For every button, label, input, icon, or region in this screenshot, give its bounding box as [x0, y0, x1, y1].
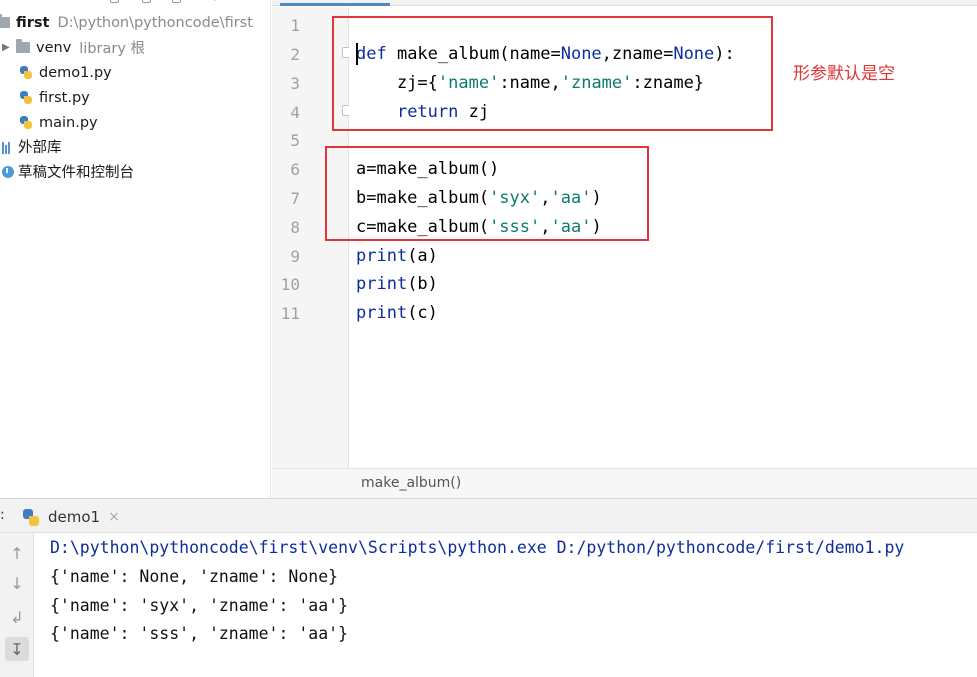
tree-root[interactable]: first D:\python\pythoncode\first: [0, 10, 253, 35]
builtin-token: print: [356, 246, 408, 266]
project-tree-panel: first D:\python\pythoncode\first ▶ venv …: [0, 0, 271, 498]
soft-wrap-icon[interactable]: ↲: [5, 605, 29, 629]
project-name: first: [16, 14, 50, 31]
editor-tab-demo1[interactable]: py: [280, 0, 390, 6]
console-line: {'name': 'syx', 'zname': 'aa'}: [50, 596, 349, 615]
tree-item-external-libraries[interactable]: 外部库: [2, 134, 62, 159]
arrow-up-icon[interactable]: ↑: [5, 541, 29, 565]
tree-item-scratches[interactable]: 草稿文件和控制台: [2, 159, 134, 184]
line-number: 3: [290, 74, 300, 93]
breadcrumb: make_album(): [272, 468, 977, 498]
tree-item-note: library 根: [79, 41, 146, 57]
project-path: D:\python\pythoncode\first: [57, 14, 253, 31]
console-output[interactable]: D:\python\pythoncode\first\venv\Scripts\…: [35, 533, 977, 677]
folder-icon: [16, 39, 30, 53]
line-number: 2: [290, 45, 300, 64]
code-line: print(b): [356, 274, 438, 294]
line-number: 8: [290, 218, 300, 237]
scroll-to-end-icon[interactable]: ↧: [5, 637, 29, 661]
scratches-icon: [2, 165, 14, 178]
chevron-right-icon[interactable]: ▶: [2, 42, 10, 53]
console-line-command: D:\python\pythoncode\first\venv\Scripts\…: [50, 538, 905, 557]
code-line: print(a): [356, 246, 438, 266]
folder-icon: [0, 14, 10, 28]
code-line: print(c): [356, 303, 438, 323]
function-highlight-box: [332, 16, 773, 131]
tree-item-label: demo1.py: [39, 64, 112, 81]
python-file-icon: [19, 65, 33, 81]
tree-item-demo1[interactable]: demo1.py: [19, 60, 112, 85]
line-number: 11: [280, 304, 300, 323]
collapse-icon[interactable]: [142, 0, 151, 3]
line-number: 1: [290, 16, 300, 35]
line-number: 6: [290, 160, 300, 179]
expand-icon[interactable]: [172, 0, 181, 3]
tree-item-venv[interactable]: ▶ venv library 根: [0, 35, 145, 60]
code-token: (b): [407, 274, 438, 294]
python-file-icon: [19, 115, 33, 131]
code-token: (c): [407, 303, 438, 323]
line-number: 7: [290, 189, 300, 208]
options-icon[interactable]: [210, 0, 220, 2]
tree-item-label: 草稿文件和控制台: [18, 165, 134, 181]
line-number: 4: [290, 103, 300, 122]
run-side-toolbar: ↑ ↓ ↲ ↧: [0, 533, 34, 677]
console-line: {'name': 'sss', 'zname': 'aa'}: [50, 624, 349, 643]
close-icon[interactable]: ×: [108, 509, 120, 525]
library-icon: [2, 140, 14, 154]
python-run-icon: [22, 508, 40, 526]
tree-item-main[interactable]: main.py: [19, 110, 98, 135]
builtin-token: print: [356, 274, 408, 294]
tree-item-first[interactable]: first.py: [19, 85, 90, 110]
breadcrumb-item[interactable]: make_album(): [361, 475, 461, 491]
tree-item-label: first.py: [39, 89, 90, 106]
console-line: {'name': None, 'zname': None}: [50, 567, 339, 586]
tree-item-label: venv: [36, 39, 72, 56]
run-tab-demo1[interactable]: demo1 ×: [22, 499, 120, 534]
annotation-text: 形参默认是空: [793, 64, 895, 84]
calls-highlight-box: [325, 146, 649, 241]
run-panel-prefix: :: [0, 507, 5, 523]
locate-icon[interactable]: [110, 0, 119, 3]
run-tab-bar: : demo1 ×: [0, 498, 977, 533]
line-number: 9: [290, 247, 300, 266]
run-tab-label: demo1: [48, 507, 101, 526]
python-file-icon: [19, 90, 33, 106]
code-token: (a): [407, 246, 438, 266]
arrow-down-icon[interactable]: ↓: [5, 571, 29, 595]
tree-item-label: main.py: [39, 114, 98, 131]
line-number: 10: [280, 275, 300, 294]
line-number: 5: [290, 131, 300, 150]
editor-tab-bar: py: [272, 0, 977, 6]
builtin-token: print: [356, 303, 408, 323]
tree-item-label: 外部库: [18, 140, 62, 156]
